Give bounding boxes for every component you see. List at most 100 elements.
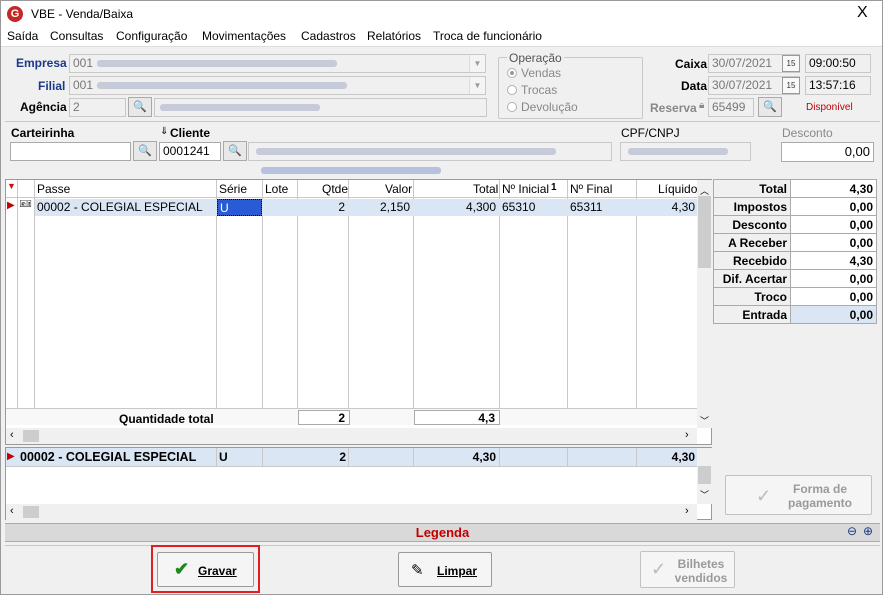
radio-trocas[interactable]: Trocas bbox=[507, 83, 557, 97]
divider bbox=[5, 121, 880, 122]
vertical-scrollbar[interactable]: ﹀ bbox=[697, 448, 713, 504]
entrada-row[interactable]: Entrada 0,00 bbox=[713, 305, 877, 324]
grid-header: ▼ Passe Série Lote Qtde Valor Total Nº I… bbox=[6, 180, 697, 198]
forma-pagamento-button[interactable]: ✓ Forma de pagamento bbox=[725, 475, 872, 515]
empresa-code: 001 bbox=[73, 56, 94, 70]
chevron-down-icon[interactable]: ▼ bbox=[469, 55, 485, 72]
cliente-input[interactable]: 0001241 bbox=[159, 142, 221, 161]
cell-liquido: 4,30 bbox=[671, 200, 695, 214]
carteirinha-search-binoculars-icon[interactable]: 🔍 bbox=[133, 141, 157, 161]
cell-liquido: 4,30 bbox=[671, 450, 695, 464]
scroll-left-icon[interactable]: ‹ bbox=[10, 505, 14, 517]
menu-movimentacoes[interactable]: Movimentações bbox=[202, 29, 286, 43]
grid-line bbox=[499, 448, 500, 467]
check-icon: ✓ bbox=[756, 486, 772, 506]
horizontal-scrollbar[interactable]: ‹ › bbox=[6, 428, 697, 444]
cell-valor: 2,150 bbox=[379, 200, 410, 214]
col-final[interactable]: Nº Final bbox=[570, 182, 612, 196]
menu-bar: Saída Consultas Configuração Movimentaçõ… bbox=[1, 27, 882, 47]
eraser-icon: ✎ bbox=[411, 562, 424, 579]
cell-qtde: 2 bbox=[338, 200, 345, 214]
recebido-row: Recebido 4,30 bbox=[713, 251, 877, 270]
reserva-search-binoculars-icon[interactable]: 🔍 bbox=[758, 97, 782, 117]
zoom-out-icon[interactable]: ⊖ bbox=[847, 524, 857, 538]
carteirinha-input[interactable] bbox=[10, 142, 131, 161]
radio-devolucao[interactable]: Devolução bbox=[507, 100, 578, 114]
col-inicial[interactable]: Nº Inicial bbox=[502, 182, 549, 196]
filial-select[interactable]: 001 ▼ bbox=[69, 76, 486, 95]
calendar-icon[interactable]: 15 bbox=[782, 77, 800, 94]
reserva-input[interactable]: 65499 bbox=[708, 98, 754, 117]
col-liquido[interactable]: Líquido bbox=[658, 182, 697, 196]
calendar-icon[interactable]: 15 bbox=[782, 55, 800, 72]
cell-serie: U bbox=[219, 450, 228, 464]
menu-consultas[interactable]: Consultas bbox=[50, 29, 103, 43]
empresa-select[interactable]: 001 ▼ bbox=[69, 54, 486, 73]
items-grid[interactable]: ▼ Passe Série Lote Qtde Valor Total Nº I… bbox=[5, 179, 713, 445]
scroll-thumb[interactable] bbox=[698, 196, 711, 268]
radio-selected-icon bbox=[507, 68, 517, 78]
col-lote[interactable]: Lote bbox=[265, 182, 288, 196]
gravar-button[interactable]: ✔ Gravar bbox=[157, 552, 254, 587]
reserva-label: Reserva bbox=[650, 101, 697, 115]
cell-inicial: 65310 bbox=[502, 200, 536, 214]
agencia-input[interactable]: 2 bbox=[69, 98, 126, 117]
data-time-input[interactable]: 13:57:16 bbox=[805, 76, 871, 95]
chevron-down-icon[interactable]: ▼ bbox=[469, 77, 485, 94]
cell-final: 65311 bbox=[570, 200, 603, 214]
caixa-label: Caixa bbox=[675, 57, 708, 71]
menu-relatorios[interactable]: Relatórios bbox=[367, 29, 421, 43]
col-valor[interactable]: Valor bbox=[385, 182, 412, 196]
a-receber-row: A Receber 0,00 bbox=[713, 233, 877, 252]
scroll-right-icon[interactable]: › bbox=[685, 505, 689, 517]
caixa-time-input[interactable]: 09:00:50 bbox=[805, 54, 871, 73]
col-qtde[interactable]: Qtde bbox=[322, 182, 348, 196]
bilhetes-label: Bilhetes vendidos bbox=[674, 557, 728, 585]
scroll-down-icon[interactable]: ﹀ bbox=[700, 488, 709, 501]
scroll-left-icon[interactable]: ‹ bbox=[10, 429, 14, 441]
grid-line bbox=[262, 448, 263, 467]
agencia-search-binoculars-icon[interactable]: 🔍 bbox=[128, 97, 152, 117]
cliente-name-field[interactable] bbox=[248, 142, 612, 161]
grid-line bbox=[34, 180, 35, 425]
empresa-name-redacted bbox=[97, 60, 338, 68]
totals-panel: Total 4,30 Impostos 0,00 Desconto 0,00 A Re… bbox=[713, 179, 877, 324]
vertical-scrollbar[interactable]: ︿ ﹀ bbox=[697, 180, 713, 428]
scroll-thumb[interactable] bbox=[23, 430, 39, 442]
agencia-name-field[interactable] bbox=[154, 98, 487, 117]
zoom-in-icon[interactable]: ⊕ bbox=[863, 524, 873, 538]
filter-arrow-icon[interactable]: ▼ bbox=[7, 181, 16, 191]
grid-line bbox=[413, 180, 414, 425]
menu-saida[interactable]: Saída bbox=[7, 29, 38, 43]
close-icon[interactable]: X bbox=[857, 4, 868, 22]
scroll-thumb[interactable] bbox=[23, 506, 39, 518]
cell-passe: 00002 - COLEGIAL ESPECIAL bbox=[20, 450, 197, 464]
cpf-label: CPF/CNPJ bbox=[621, 126, 680, 140]
radio-icon bbox=[507, 102, 517, 112]
col-passe[interactable]: Passe bbox=[37, 182, 70, 196]
horizontal-scrollbar[interactable]: ‹ › bbox=[6, 504, 697, 520]
cliente-search-binoculars-icon[interactable]: 🔍 bbox=[223, 141, 247, 161]
menu-troca-funcionario[interactable]: Troca de funcionário bbox=[433, 29, 542, 43]
col-total[interactable]: Total bbox=[473, 182, 498, 196]
down-arrow-icon: ⇓ bbox=[160, 126, 169, 137]
scroll-thumb[interactable] bbox=[698, 466, 711, 484]
agencia-name-redacted bbox=[160, 104, 320, 112]
radio-vendas[interactable]: Vendas bbox=[507, 66, 561, 80]
bilhetes-vendidos-button[interactable]: ✓ Bilhetes vendidos bbox=[640, 551, 735, 588]
app-logo-icon: G bbox=[7, 6, 23, 22]
summary-grid[interactable]: ▶ 00002 - COLEGIAL ESPECIAL U 2 4,30 4,3… bbox=[5, 447, 713, 520]
gravar-label: Gravar bbox=[198, 564, 237, 578]
cpf-field[interactable] bbox=[620, 142, 751, 161]
row-pointer-icon: ▶ bbox=[7, 451, 15, 462]
menu-configuracao[interactable]: Configuração bbox=[116, 29, 187, 43]
legenda-bar[interactable]: Legenda bbox=[5, 523, 880, 542]
limpar-button[interactable]: ✎ Limpar bbox=[398, 552, 492, 587]
desconto-input[interactable]: 0,00 bbox=[781, 142, 874, 162]
scroll-right-icon[interactable]: › bbox=[685, 429, 689, 441]
menu-cadastros[interactable]: Cadastros bbox=[301, 29, 356, 43]
cliente-detail-redacted bbox=[261, 167, 441, 174]
col-serie[interactable]: Série bbox=[219, 182, 247, 196]
cell-serie[interactable]: U bbox=[217, 199, 262, 216]
scroll-down-icon[interactable]: ﹀ bbox=[700, 414, 709, 427]
